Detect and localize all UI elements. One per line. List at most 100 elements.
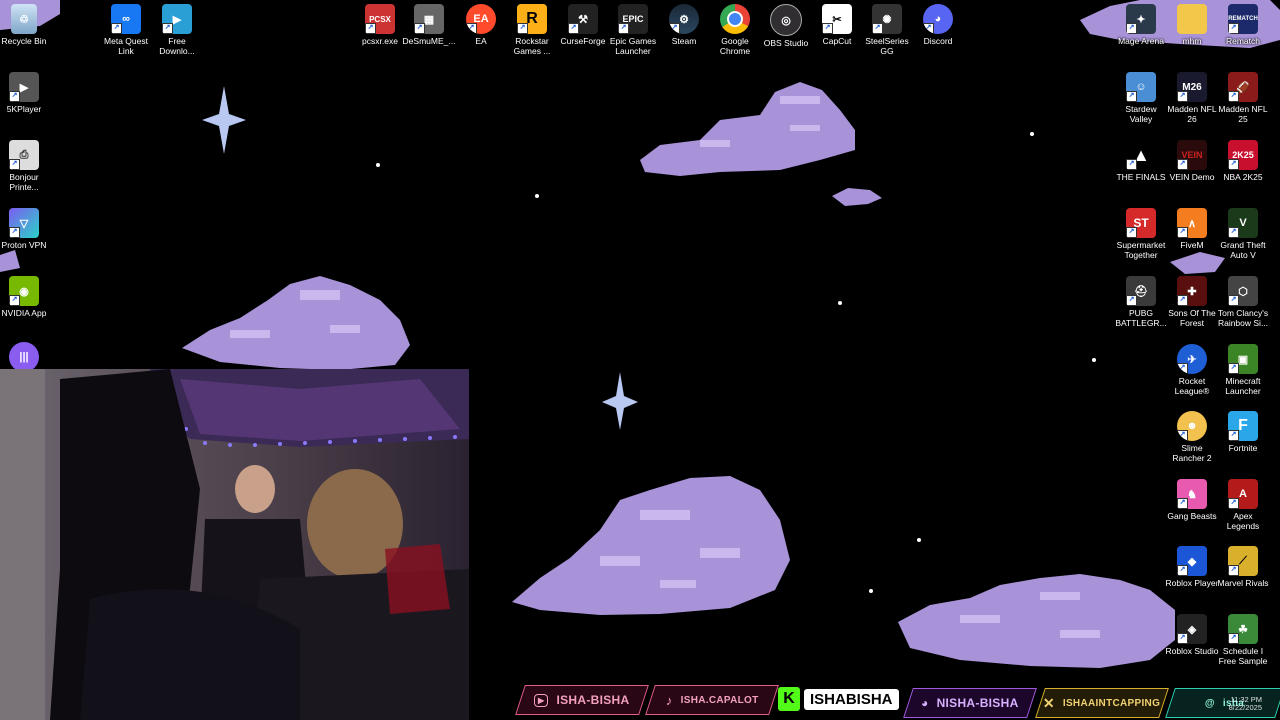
desktop-icon-desmume[interactable]: ▦ ↗ DeSmuME_...	[402, 0, 456, 46]
desktop-icon-discord[interactable]: ◕ ↗ Discord	[911, 0, 965, 46]
desktop-icon-steam[interactable]: ⚙ ↗ Steam	[657, 0, 711, 46]
desktop-icon-label: Rematch	[1225, 36, 1260, 46]
social-youtube[interactable]: ▶ ISHA-BISHA	[515, 685, 649, 715]
social-handle: ISHA-BISHA	[556, 693, 630, 707]
desktop-icon-fivem[interactable]: ∧ ↗ FiveM	[1165, 204, 1219, 250]
proton-vpn-icon: ▽ ↗	[9, 208, 39, 238]
desktop-icon-label: Mage Arena	[1118, 36, 1164, 46]
desktop-icon-the-finals[interactable]: ▲ ↗ THE FINALS	[1114, 136, 1168, 183]
desktop-icon-pubg[interactable]: ⛑ ↗ PUBG BATTLEGR...	[1114, 272, 1168, 328]
folder-icon	[1177, 4, 1207, 34]
stardew-icon: ☺ ↗	[1126, 72, 1156, 102]
apex-icon: A ↗	[1228, 479, 1258, 509]
pixel-cloud	[832, 188, 882, 206]
social-discord[interactable]: ◕ NISHA-BISHA	[903, 688, 1037, 718]
rockstar-icon: R ↗	[517, 4, 547, 34]
system-tray-clock[interactable]: 11:32 PM 8/22/2025	[1229, 696, 1262, 712]
social-threads[interactable]: @ isha	[1165, 688, 1280, 718]
desktop-icon-label: Fortnite	[1228, 443, 1258, 453]
desktop-icon-minecraft[interactable]: ▣ ↗ Minecraft Launcher	[1216, 340, 1270, 396]
desktop-icon-rainbow-six[interactable]: ⬡ ↗ Tom Clancy's Rainbow Si...	[1216, 272, 1270, 328]
desktop-icon-bonjour[interactable]: ⎙ ↗ Bonjour Printe...	[0, 136, 48, 192]
roblox-studio-icon: ◈ ↗	[1177, 614, 1207, 644]
desktop-icon-label: Gang Beasts	[1167, 511, 1217, 521]
desktop-icon-label: pcsxr.exe	[362, 36, 398, 46]
desktop-icon-vein[interactable]: VEIN ↗ VEIN Demo	[1165, 136, 1219, 182]
desktop-icon-label: Recycle Bin	[1, 36, 47, 46]
desktop-icon-mhm[interactable]: mhm	[1165, 0, 1219, 46]
desktop-icon-label: NVIDIA App	[1, 308, 47, 318]
desktop-icon-label: EA	[475, 36, 487, 46]
desktop-icon-label: 5KPlayer	[6, 104, 42, 114]
social-kick[interactable]: K ISHABISHA	[778, 686, 899, 712]
desktop-icon-5kplayer[interactable]: ▶ ↗ 5KPlayer	[0, 68, 48, 114]
tiktok-icon: ♪	[665, 692, 673, 708]
desktop-icon-nba2k25[interactable]: 2K25 ↗ NBA 2K25	[1216, 136, 1270, 182]
desktop-icon-meta-quest[interactable]: ∞ ↗ Meta Quest Link	[99, 0, 153, 56]
desktop-icon-stardew[interactable]: ☺ ↗ Stardew Valley	[1114, 68, 1168, 124]
desktop-icon-capcut[interactable]: ✂ ↗ CapCut	[810, 0, 864, 46]
desktop-icon-free-download[interactable]: ▶ ↗ Free Downlo...	[150, 0, 204, 56]
obs-icon: ◎	[770, 4, 802, 36]
desktop-icon-chrome[interactable]: Google Chrome	[708, 0, 762, 56]
pixel-cloud	[0, 250, 20, 272]
desktop-icon-mage-arena[interactable]: ✦ ↗ Mage Arena	[1114, 0, 1168, 46]
desktop-icon-supermarket[interactable]: ST ↗ Supermarket Together	[1114, 204, 1168, 260]
fortnite-icon: F ↗	[1228, 411, 1258, 441]
desktop-icon-nvidia[interactable]: ◉ ↗ NVIDIA App	[0, 272, 48, 318]
fivem-icon: ∧ ↗	[1177, 208, 1207, 238]
desktop-icon-curseforge[interactable]: ⚒ ↗ CurseForge	[556, 0, 610, 46]
social-x[interactable]: ✕ ISHAAINTCAPPING	[1035, 688, 1169, 718]
youtube-icon: ▶	[534, 693, 549, 707]
desktop-icon-rematch[interactable]: REMATCH ↗ Rematch	[1216, 0, 1270, 46]
desktop-icon-label: Epic Games Launcher	[609, 36, 657, 56]
desktop-icon-madden-25[interactable]: 🏈 ↗ Madden NFL 25	[1216, 68, 1270, 124]
desktop-icon-label: CurseForge	[560, 36, 606, 46]
audio-app-icon: |||	[9, 342, 39, 372]
social-tiktok[interactable]: ♪ ISHA.CAPALOT	[645, 685, 779, 715]
desktop-icon-roblox-player[interactable]: ◆ ↗ Roblox Player	[1165, 542, 1219, 588]
desktop-icon-rocket-league[interactable]: ✈ ↗ Rocket League®	[1165, 340, 1219, 396]
desktop-icon-rockstar[interactable]: R ↗ Rockstar Games ...	[505, 0, 559, 56]
pixel-cloud	[512, 476, 790, 615]
desktop-icon-label: PUBG BATTLEGR...	[1115, 308, 1167, 328]
curseforge-icon: ⚒ ↗	[568, 4, 598, 34]
desktop-icon-label: Steam	[671, 36, 697, 46]
pixel-cloud	[640, 82, 855, 176]
desktop-icon-label: Proton VPN	[1, 240, 47, 250]
desktop-icon-marvel-rivals[interactable]: ⟋ ↗ Marvel Rivals	[1216, 542, 1270, 588]
desktop-icon-ea[interactable]: EA ↗ EA	[454, 0, 508, 46]
desktop-icon-label: Madden NFL 26	[1167, 104, 1217, 124]
rematch-icon-text: REMATCH	[1228, 16, 1258, 22]
desktop-icon-gang-beasts[interactable]: ♞ ↗ Gang Beasts	[1165, 475, 1219, 521]
x-icon: ✕	[1043, 694, 1056, 711]
desktop-icon-roblox-studio[interactable]: ◈ ↗ Roblox Studio	[1165, 610, 1219, 656]
desktop-icon-obs[interactable]: ◎ OBS Studio	[759, 0, 813, 48]
rainbow-six-icon: ⬡ ↗	[1228, 276, 1258, 306]
desktop-icon-slime-rancher[interactable]: ☻ ↗ Slime Rancher 2	[1165, 407, 1219, 463]
desktop-icon-fortnite[interactable]: F ↗ Fortnite	[1216, 407, 1270, 453]
desktop-icon-label: Apex Legends	[1226, 511, 1260, 531]
desktop-icon-label: DeSmuME_...	[402, 36, 456, 46]
ea-icon: EA ↗	[466, 4, 496, 34]
steam-icon: ⚙ ↗	[669, 4, 699, 34]
desktop-icon-schedule[interactable]: ☘ ↗ Schedule I Free Sample	[1216, 610, 1270, 666]
desktop-icon-label: Supermarket Together	[1116, 240, 1166, 260]
desktop-icon-pcsxr[interactable]: PCSX ↗ pcsxr.exe	[353, 0, 407, 46]
desktop-icon-gta[interactable]: V ↗ Grand Theft Auto V	[1216, 204, 1270, 260]
desktop-icon-recycle-bin[interactable]: ♲ Recycle Bin	[0, 0, 48, 46]
the-finals-icon: ▲ ↗	[1126, 140, 1156, 170]
desktop-icon-steelseries[interactable]: ✺ ↗ SteelSeries GG	[860, 0, 914, 56]
desktop-icon-epic[interactable]: EPIC ↗ Epic Games Launcher	[606, 0, 660, 56]
supermarket-icon: ST ↗	[1126, 208, 1156, 238]
desktop-icon-proton-vpn[interactable]: ▽ ↗ Proton VPN	[0, 204, 48, 250]
desktop-icon-label: SteelSeries GG	[865, 36, 909, 56]
desktop-icon-sons-forest[interactable]: ✚ ↗ Sons Of The Forest	[1165, 272, 1219, 328]
nba2k25-icon: 2K25 ↗	[1228, 140, 1258, 170]
sons-forest-icon: ✚ ↗	[1177, 276, 1207, 306]
desktop-icon-label: Madden NFL 25	[1218, 104, 1268, 124]
desktop-icon-label: THE FINALS	[1116, 172, 1166, 182]
desktop-icon-madden-26[interactable]: M26 ↗ Madden NFL 26	[1165, 68, 1219, 124]
desktop-icon-apex[interactable]: A ↗ Apex Legends	[1216, 475, 1270, 531]
threads-icon: @	[1205, 697, 1216, 709]
